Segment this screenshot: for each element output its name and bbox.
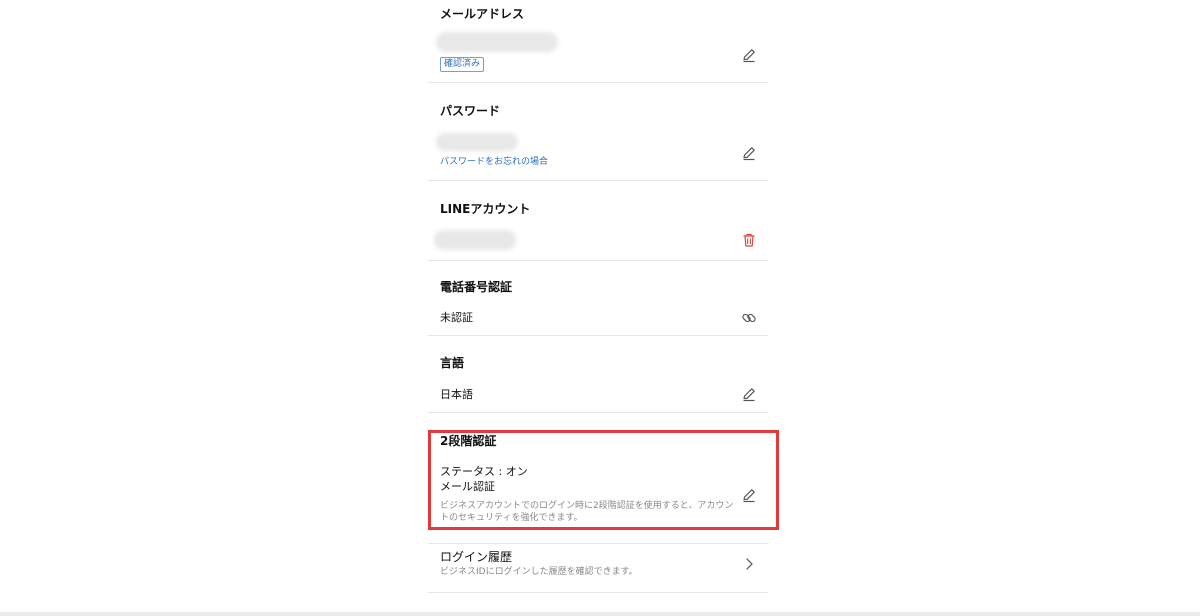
line-account-value-blurred xyxy=(434,230,516,250)
pencil-icon[interactable] xyxy=(741,145,757,161)
account-settings-page: メールアドレス 確認済み パスワード パスワードをお忘れの場合 LINEアカウン… xyxy=(0,0,1200,616)
verified-badge: 確認済み xyxy=(440,57,485,72)
login-history-row[interactable]: ログイン履歴 ビジネスIDにログインした履歴を確認できます。 xyxy=(428,544,768,592)
login-history-description: ビジネスIDにログインした履歴を確認できます。 xyxy=(440,567,638,577)
trash-icon[interactable] xyxy=(741,232,757,248)
language-title: 言語 xyxy=(440,356,465,370)
highlight-frame xyxy=(428,430,779,530)
language-section: 言語 日本語 xyxy=(428,336,768,412)
pencil-icon[interactable] xyxy=(741,47,757,63)
pencil-icon[interactable] xyxy=(741,386,757,402)
password-title: パスワード xyxy=(440,104,501,118)
login-history-title: ログイン履歴 xyxy=(440,550,513,564)
phone-verification-title: 電話番号認証 xyxy=(440,280,513,294)
email-value-blurred xyxy=(436,32,558,52)
line-account-section: LINEアカウント xyxy=(428,181,768,260)
link-icon[interactable] xyxy=(741,310,757,326)
password-section: パスワード パスワードをお忘れの場合 xyxy=(428,83,768,180)
line-account-title: LINEアカウント xyxy=(440,202,531,216)
bottom-edge xyxy=(0,612,1200,616)
forgot-password-link[interactable]: パスワードをお忘れの場合 xyxy=(440,157,548,168)
phone-verification-status: 未認証 xyxy=(440,311,473,324)
language-value: 日本語 xyxy=(440,388,473,401)
email-section: メールアドレス 確認済み xyxy=(428,0,768,82)
phone-verification-section: 電話番号認証 未認証 xyxy=(428,261,768,335)
chevron-right-icon[interactable] xyxy=(741,556,757,572)
password-value-blurred xyxy=(436,133,518,151)
email-title: メールアドレス xyxy=(440,7,525,21)
divider xyxy=(428,592,768,593)
